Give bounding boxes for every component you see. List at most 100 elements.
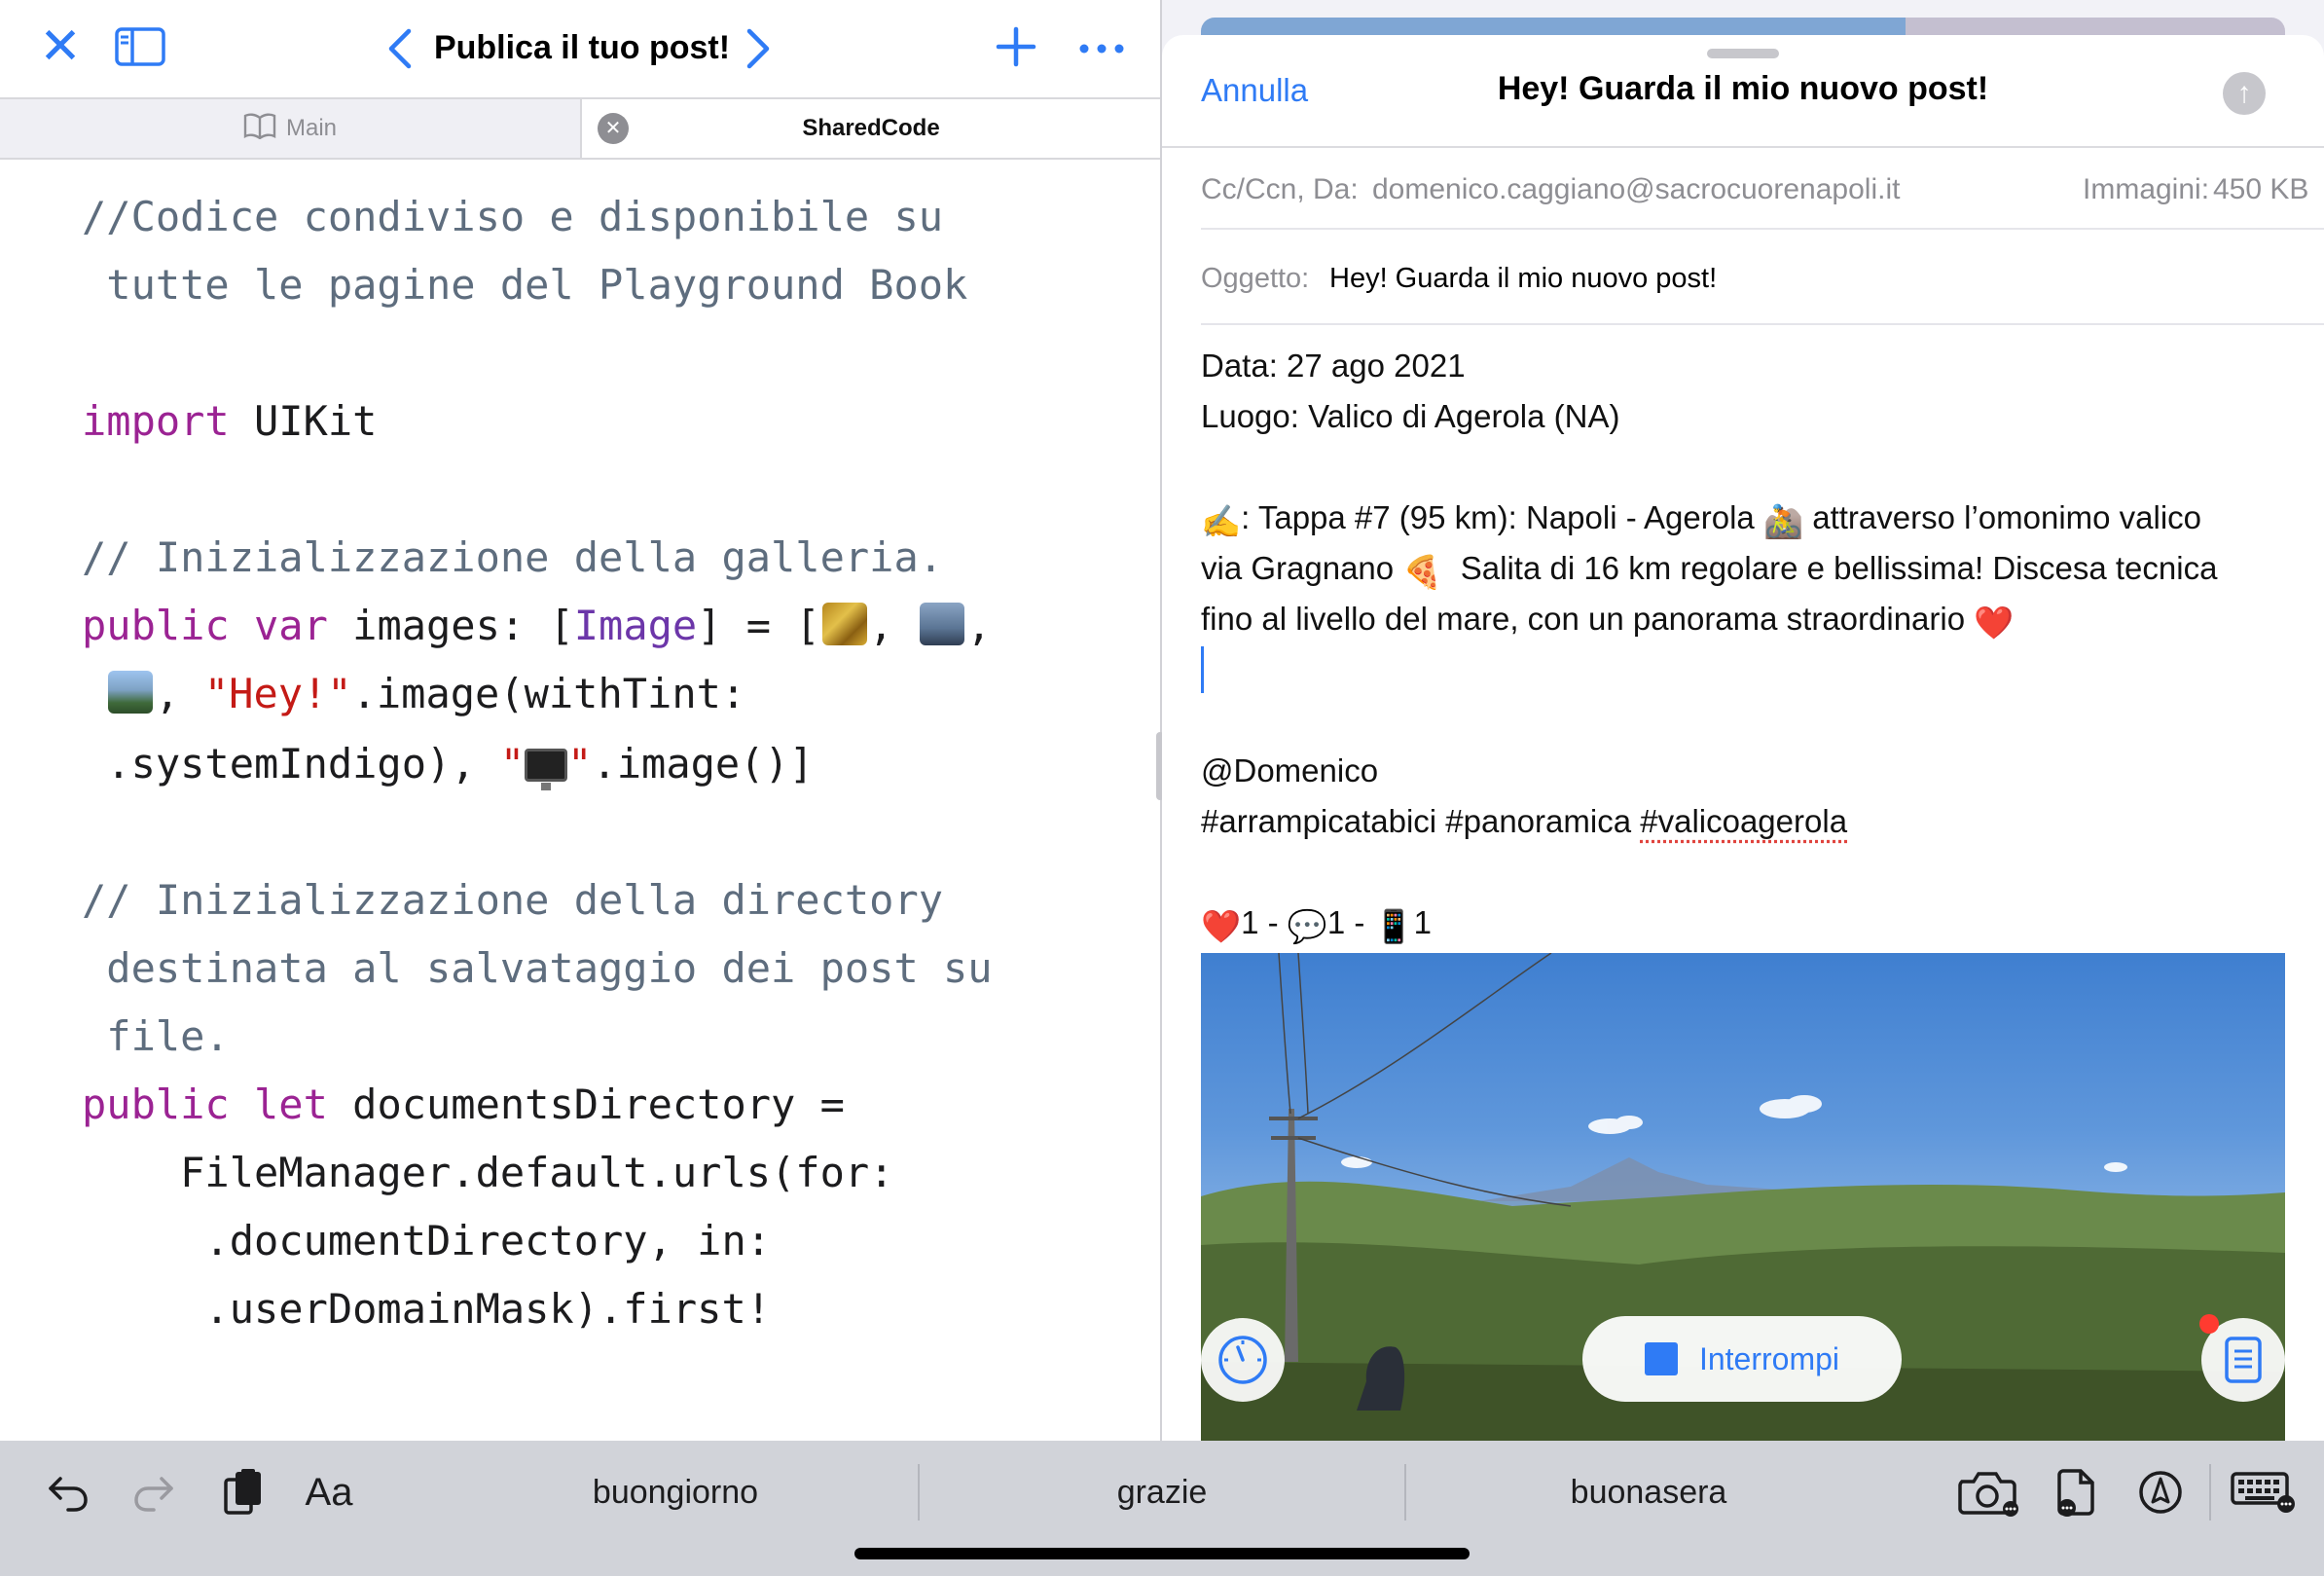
cc-from-field[interactable]: Cc/Ccn, Da: domenico.caggiano@sacrocuore…: [1201, 164, 2324, 218]
suggestion-item[interactable]: grazie: [919, 1462, 1405, 1522]
tab-close-icon[interactable]: ✕: [598, 113, 629, 144]
image-literal-thumbnail[interactable]: [821, 603, 867, 645]
body-stats: ❤️1 - 💬1 - 📱1: [1201, 898, 1432, 952]
code-keyword: let: [254, 1081, 328, 1128]
redo-icon[interactable]: [127, 1462, 181, 1522]
stop-icon: [1644, 1342, 1678, 1375]
body-paragraph-line: via Gragnano 🍕 Salita di 16 km regolare …: [1201, 543, 2217, 598]
tab-sharedcode[interactable]: SharedCode: [582, 99, 1160, 158]
tab-sharedcode-label: SharedCode: [802, 115, 940, 141]
code-line: //Codice condiviso e disponibile su: [82, 193, 944, 240]
code-editor[interactable]: //Codice condiviso e disponibile su tutt…: [0, 162, 1160, 1441]
subject-label: Oggetto:: [1201, 263, 1310, 294]
stop-label: Interrompi: [1698, 1340, 1840, 1376]
code-line: destinata al salvataggio dei post su: [82, 944, 993, 992]
image-literal-thumbnail[interactable]: [108, 671, 154, 714]
keyboard-dismiss-icon[interactable]: [2227, 1462, 2301, 1522]
code-line: public var images: [Image] = [, ,: [82, 592, 992, 660]
code-text: ,: [966, 602, 992, 649]
compose-title: Hey! Guarda il mio nuovo post!: [1497, 70, 1989, 107]
code-line: .userDomainMask).first!: [82, 1285, 772, 1333]
code-text: documentsDirectory =: [327, 1081, 845, 1128]
sidebar-toggle-icon[interactable]: [109, 18, 171, 76]
suggestion-item[interactable]: buongiorno: [432, 1462, 919, 1522]
home-indicator[interactable]: [854, 1548, 1470, 1559]
speedometer-icon[interactable]: [1201, 1318, 1285, 1402]
send-arrow-icon[interactable]: ↑: [2223, 72, 2266, 115]
image-literal-thumbnail[interactable]: [920, 603, 965, 645]
mail-compose-sheet: Annulla Hey! Guarda il mio nuovo post! ↑…: [1162, 35, 2324, 1441]
code-line: public let documentsDirectory =: [82, 1071, 845, 1139]
code-line: FileManager.default.urls(for:: [82, 1149, 894, 1196]
code-line: import UIKit: [82, 387, 377, 456]
cc-from-label: Cc/Ccn, Da:: [1201, 173, 1359, 205]
plus-icon[interactable]: [989, 16, 1043, 78]
tab-main[interactable]: Main: [0, 99, 582, 158]
images-size-value[interactable]: 450 KB: [2213, 173, 2308, 206]
chevron-right-icon[interactable]: [738, 19, 781, 78]
body-place: Luogo: Valico di Agerola (NA): [1201, 398, 1620, 434]
body-mention: @Domenico: [1201, 752, 1379, 788]
divider: [1201, 228, 2324, 230]
sheet-grabber[interactable]: [1707, 49, 1779, 58]
close-icon[interactable]: ✕: [29, 16, 91, 78]
body-paragraph-line: fino al livello del mare, con un panoram…: [1201, 594, 2014, 648]
code-string: ": [499, 740, 526, 788]
cancel-button[interactable]: Annulla: [1201, 72, 1308, 109]
from-address: domenico.caggiano@sacrocuorenapoli.it: [1372, 173, 1901, 205]
code-line: .documentDirectory, in:: [82, 1217, 772, 1264]
suggestion-item[interactable]: buonasera: [1405, 1462, 1892, 1522]
code-line: , "Hey!".image(withTint:: [82, 660, 745, 728]
code-keyword: public: [82, 602, 230, 649]
code-string: ": [567, 740, 593, 788]
keyboard-shortcut-bar: Aa buongiorno grazie buonasera: [0, 1441, 2324, 1576]
undo-icon[interactable]: [41, 1462, 95, 1522]
writing-hand-emoji-icon: ✍️: [1201, 503, 1242, 539]
book-icon: [243, 112, 276, 146]
code-text: ,: [155, 670, 204, 717]
chevron-left-icon[interactable]: [378, 19, 420, 78]
body-hashtags: #arrampicatabici #panoramica #valicoager…: [1201, 796, 1847, 847]
text-format-button[interactable]: Aa: [300, 1462, 358, 1522]
paste-icon[interactable]: [216, 1462, 271, 1522]
code-keyword: import: [82, 397, 230, 445]
pizza-emoji-icon: 🍕: [1402, 554, 1443, 590]
stop-button[interactable]: Interrompi: [1582, 1316, 1902, 1402]
desktop-computer-emoji-icon: [525, 749, 568, 790]
body-text-span: attraverso l’omonimo valico: [1803, 499, 2202, 535]
notification-dot: [2199, 1314, 2219, 1334]
tab-main-label: Main: [285, 115, 338, 141]
playground-pane: ✕ Publica il tuo post! Main SharedCode ✕: [0, 0, 1160, 1441]
code-line: // Inizializzazione della galleria.: [82, 533, 944, 581]
code-text: ,: [868, 602, 919, 649]
body-text-span: 1: [1413, 904, 1433, 940]
divider: [1201, 323, 2324, 325]
code-text: images: [: [327, 602, 574, 649]
images-size-label: Immagini:: [2083, 173, 2210, 205]
heart-emoji-icon: ❤️: [1974, 605, 2015, 641]
body-text-span: Salita di 16 km regolare e bellissima! D…: [1442, 550, 2218, 586]
code-type: Image: [573, 602, 698, 649]
playground-toolbar: ✕ Publica il tuo post!: [0, 0, 1160, 97]
code-text: ] = [: [697, 602, 820, 649]
mobile-phone-emoji-icon: 📱: [1373, 908, 1414, 944]
body-text-span: fino al livello del mare, con un panoram…: [1201, 601, 1975, 637]
camera-icon[interactable]: [1954, 1462, 2022, 1522]
code-text: UIKit: [229, 397, 378, 445]
text-cursor: [1201, 646, 1204, 693]
code-line: file.: [82, 1012, 230, 1060]
file-tab-bar: Main SharedCode ✕: [0, 97, 1160, 160]
mountain-bike-emoji-icon: 🚵: [1762, 503, 1804, 539]
subject-input[interactable]: Hey! Guarda il mio nuovo post!: [1329, 263, 1717, 295]
body-text-span: 1 -: [1241, 904, 1288, 940]
markup-icon[interactable]: [2131, 1462, 2190, 1522]
body-paragraph-line: ✍️: Tappa #7 (95 km): Napoli - Agerola 🚵…: [1201, 493, 2201, 547]
more-icon[interactable]: [1071, 19, 1133, 78]
divider: [2209, 1464, 2211, 1521]
code-line: tutte le pagine del Playground Book: [82, 261, 968, 309]
attach-file-icon[interactable]: [2050, 1462, 2104, 1522]
subject-field[interactable]: Oggetto: Hey! Guarda il mio nuovo post!: [1201, 255, 2324, 310]
misspelled-word[interactable]: #valicoagerola: [1640, 803, 1847, 839]
page-title: Publica il tuo post!: [433, 29, 731, 66]
code-text: .image(withTint:: [351, 670, 746, 717]
